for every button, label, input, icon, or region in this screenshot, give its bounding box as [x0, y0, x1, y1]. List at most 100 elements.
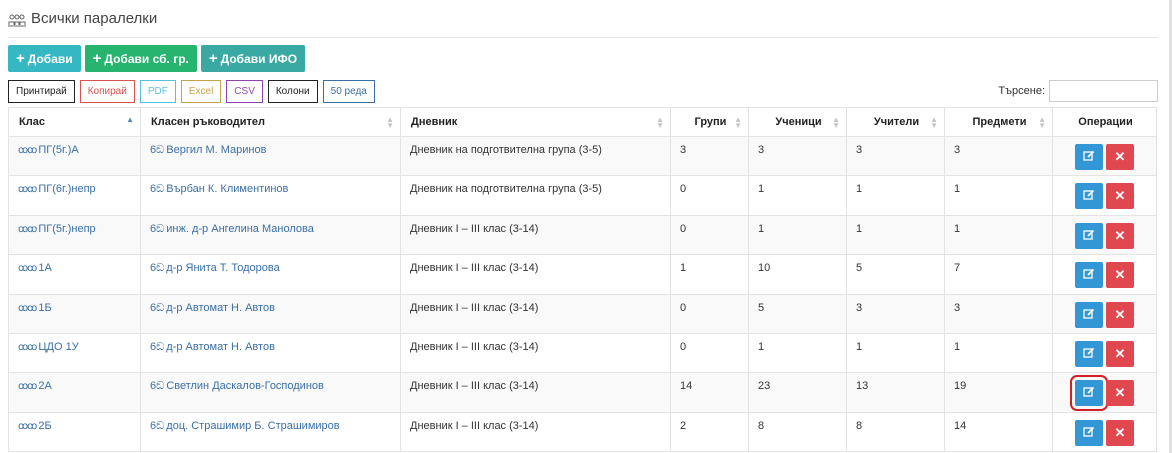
sort-ascending-icon: ▲	[126, 115, 134, 124]
plus-icon: +	[92, 50, 102, 67]
class-link[interactable]: ꝏꝏ 1А	[18, 262, 52, 274]
edit-button[interactable]	[1075, 301, 1103, 328]
students-cell: 5	[748, 293, 847, 334]
column-header-label: Учители	[873, 116, 920, 128]
add-group-button[interactable]: + Добави сб. гр.	[84, 45, 197, 72]
column-header-label: Операции	[1078, 116, 1133, 128]
class-link[interactable]: ꝏꝏ ПГ(5г.)непр	[18, 223, 96, 235]
edit-button[interactable]	[1075, 183, 1103, 210]
teacher-icon: 6ඞ	[150, 222, 165, 235]
delete-button[interactable]: ✕	[1106, 301, 1134, 328]
class-link[interactable]: ꝏꝏ 2А	[18, 380, 52, 392]
teacher-cell: 6ඞ д-р Янита Т. Тодорова	[140, 254, 401, 295]
class-group-icon: ꝏꝏ	[18, 223, 37, 235]
table-header-row: Клас ▲ Класен ръководител ▲ ▼ Дневник ▲ ▼ Гру…	[8, 107, 1157, 137]
teacher-link[interactable]: 6ඞ Вергил М. Маринов	[150, 144, 266, 156]
delete-button[interactable]: ✕	[1106, 340, 1134, 367]
class-link[interactable]: ꝏꝏ 2Б	[18, 420, 52, 432]
teacher-cell: 6ඞ д-р Автомат Н. Автов	[140, 332, 401, 374]
groups-cell: 0	[670, 214, 749, 256]
delete-button[interactable]: ✕	[1106, 380, 1134, 407]
subjects-cell: 3	[944, 293, 1053, 334]
column-header-label: Предмети	[972, 116, 1027, 128]
journal-cell: Дневник I – III клас (3-14)	[400, 332, 671, 374]
sort-icon: ▲ ▼	[734, 115, 742, 130]
class-link[interactable]: ꝏꝏ ПГ(6г.)непр	[18, 183, 96, 195]
students-cell: 1	[748, 332, 847, 374]
column-header-label: Групи	[694, 116, 727, 128]
table-body: ꝏꝏ ПГ(5г.)А 6ඞ Вергил М. Маринов Дневник на …	[8, 135, 1157, 453]
edit-button[interactable]	[1075, 222, 1103, 249]
add-ifo-button[interactable]: + Добави ИФО	[200, 45, 306, 72]
edit-button[interactable]	[1075, 144, 1103, 170]
column-header-journal[interactable]: Дневник ▲ ▼	[400, 107, 671, 137]
students-cell: 1	[748, 214, 847, 256]
edit-icon	[1083, 150, 1095, 161]
class-cell: ꝏꝏ 2Б	[8, 411, 141, 453]
columns-button[interactable]: Колони	[267, 80, 318, 103]
students-cell: 3	[748, 135, 847, 177]
search-input[interactable]	[1049, 80, 1158, 102]
teacher-link[interactable]: 6ඞ Върбан К. Климентинов	[150, 183, 288, 195]
journal-cell: Дневник I – III клас (3-14)	[400, 254, 671, 295]
groups-cell: 3	[670, 135, 749, 177]
search-box: Търсене:	[998, 80, 1158, 102]
teacher-link[interactable]: 6ඞ Светлин Даскалов-Господинов	[150, 380, 324, 392]
edit-button[interactable]	[1070, 375, 1108, 412]
column-header-teachers[interactable]: Учители ▲ ▼	[846, 107, 945, 137]
edit-button[interactable]	[1075, 419, 1103, 446]
add-button[interactable]: + Добави	[8, 45, 81, 72]
subjects-cell: 3	[944, 135, 1053, 177]
excel-button[interactable]: Excel	[180, 80, 222, 103]
teacher-cell: 6ඞ доц. Страшимир Б. Страшимиров	[140, 411, 401, 453]
teacher-link[interactable]: 6ඞ инж. д-р Ангелина Манолова	[150, 223, 314, 235]
edit-icon	[1083, 190, 1095, 201]
students-cell: 1	[748, 175, 847, 216]
teacher-link[interactable]: 6ඞ д-р Автомат Н. Автов	[150, 302, 275, 314]
delete-button[interactable]: ✕	[1106, 419, 1134, 446]
delete-button[interactable]: ✕	[1106, 144, 1134, 170]
delete-button[interactable]: ✕	[1106, 262, 1134, 289]
edit-button[interactable]	[1075, 262, 1103, 289]
csv-button[interactable]: CSV	[226, 80, 263, 103]
column-header-groups[interactable]: Групи ▲ ▼	[670, 107, 749, 137]
rows-per-page-button[interactable]: 50 реда	[322, 80, 375, 103]
operations-cell: ✕	[1052, 135, 1157, 177]
class-group-icon: ꝏꝏ	[18, 184, 37, 196]
subjects-cell: 7	[944, 254, 1053, 295]
teacher-link[interactable]: 6ඞ д-р Автомат Н. Автов	[150, 341, 275, 353]
class-link[interactable]: ꝏꝏ ПГ(5г.)А	[18, 144, 79, 156]
delete-icon: ✕	[1114, 385, 1126, 401]
column-header-subjects[interactable]: Предмети ▲ ▼	[944, 107, 1053, 137]
column-header-class[interactable]: Клас ▲	[8, 107, 141, 137]
delete-icon: ✕	[1114, 188, 1126, 204]
edit-button[interactable]	[1075, 340, 1103, 367]
teacher-link[interactable]: 6ඞ д-р Янита Т. Тодорова	[150, 262, 280, 274]
column-header-teacher[interactable]: Класен ръководител ▲ ▼	[140, 107, 401, 137]
class-link[interactable]: ꝏꝏ 1Б	[18, 302, 52, 314]
teacher-icon: 6ඞ	[150, 144, 165, 156]
teacher-link[interactable]: 6ඞ доц. Страшимир Б. Страшимиров	[150, 420, 340, 432]
teacher-name: Върбан К. Климентинов	[166, 183, 289, 196]
edit-icon	[1083, 347, 1095, 358]
plus-icon: +	[208, 50, 218, 67]
column-header-students[interactable]: Ученици ▲ ▼	[748, 107, 847, 137]
journal-cell: Дневник I – III клас (3-14)	[400, 214, 671, 256]
subjects-cell: 14	[944, 411, 1053, 453]
search-label: Търсене:	[998, 85, 1045, 97]
teachers-cell: 1	[846, 214, 945, 256]
print-button[interactable]: Принтирай	[8, 80, 75, 103]
operations-cell: ✕	[1052, 293, 1157, 334]
delete-button[interactable]: ✕	[1106, 183, 1134, 210]
journal-cell: Дневник I – III клас (3-14)	[400, 293, 671, 334]
table-row: ꝏꝏ 1Б 6ඞ д-р Автомат Н. Автов Дневник I – II…	[8, 293, 1157, 334]
pdf-button[interactable]: PDF	[139, 80, 176, 103]
delete-button[interactable]: ✕	[1106, 222, 1134, 249]
class-group-icon: ꝏꝏ	[18, 145, 37, 156]
class-link[interactable]: ꝏꝏ ЦДО 1У	[18, 341, 79, 353]
copy-button[interactable]: Копирай	[79, 80, 135, 103]
groups-cell: 0	[670, 175, 749, 216]
operations-cell: ✕	[1052, 372, 1157, 413]
sort-icon: ▲ ▼	[930, 115, 938, 130]
plus-icon: +	[16, 50, 25, 67]
